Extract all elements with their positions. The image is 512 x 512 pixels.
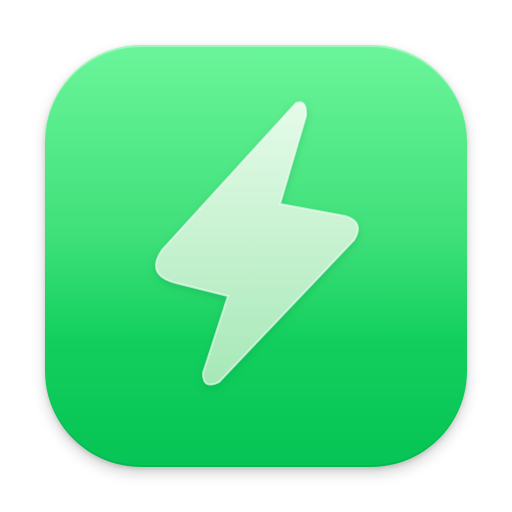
canvas bbox=[0, 0, 512, 512]
lightning-bolt-icon bbox=[155, 101, 359, 386]
lightning-bolt-shape bbox=[155, 101, 359, 386]
